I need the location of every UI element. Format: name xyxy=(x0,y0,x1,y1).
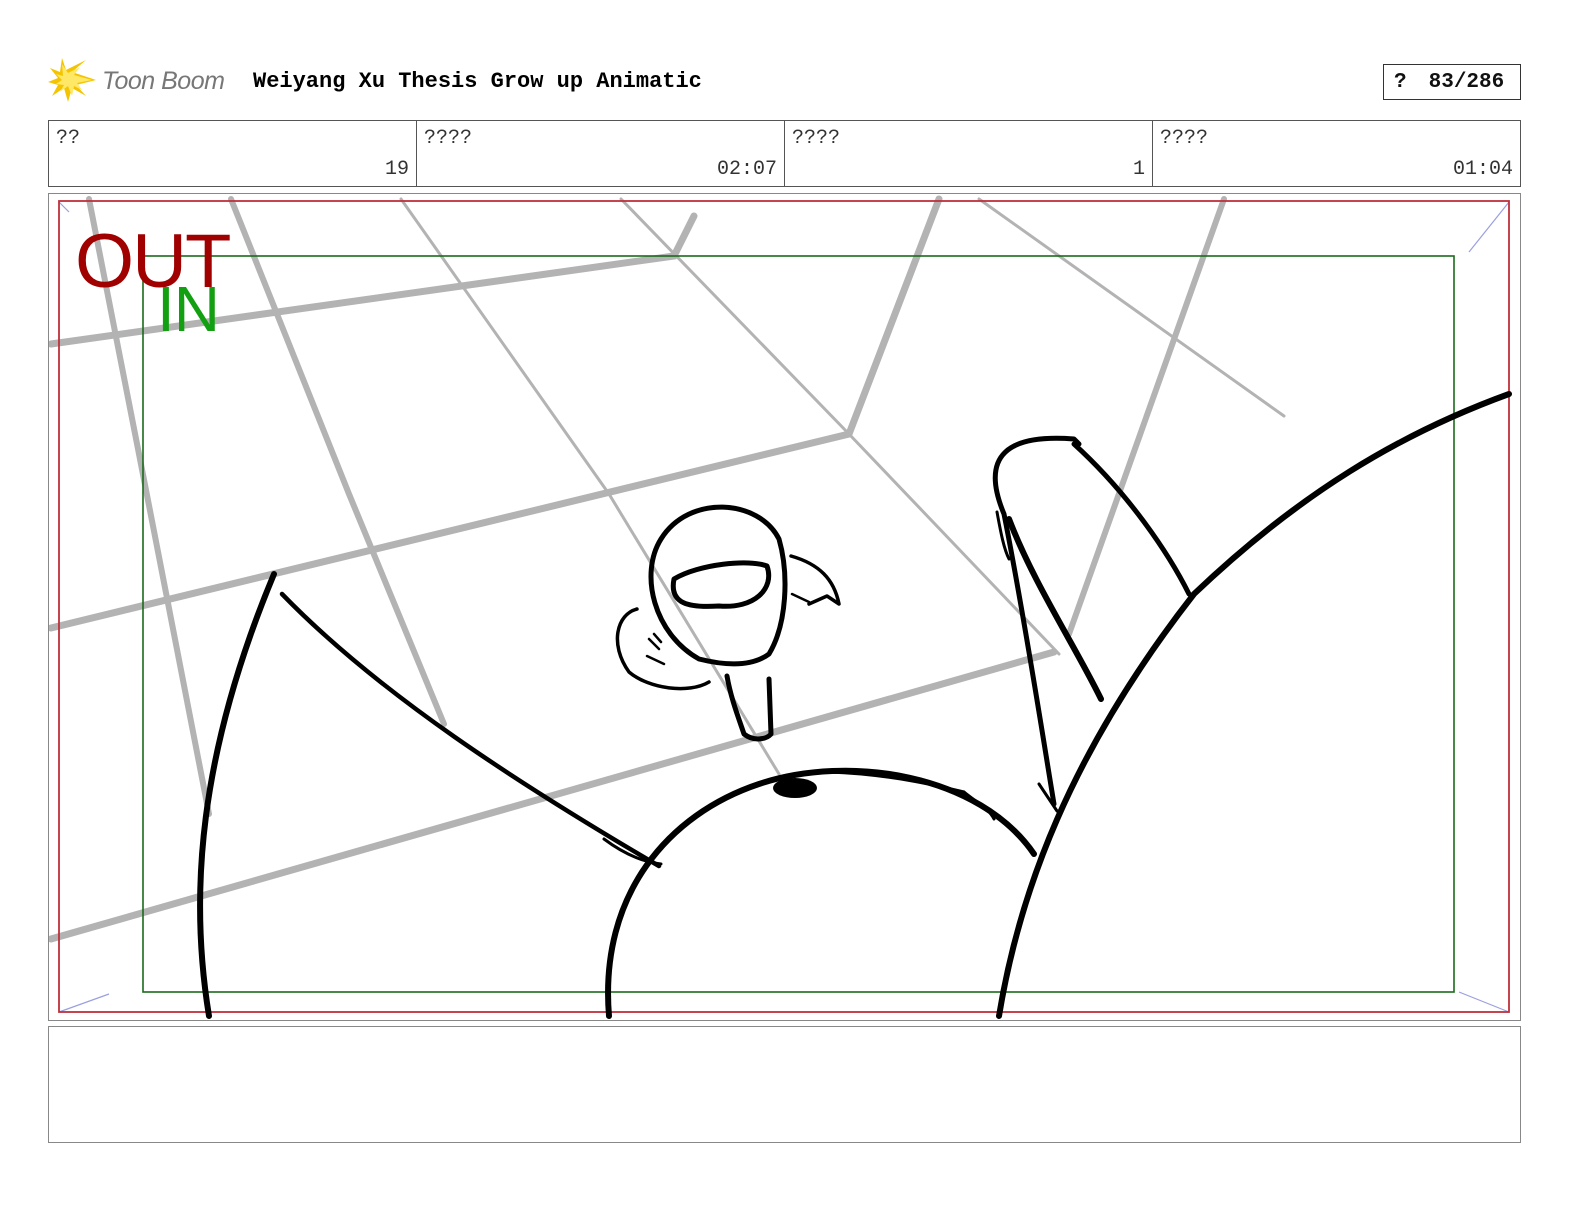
storyboard-title: Weiyang Xu Thesis Grow up Animatic xyxy=(253,69,702,94)
sketch-stroke xyxy=(790,592,811,604)
grid-line xyxy=(619,197,1061,656)
info-cell-value: 02:07 xyxy=(716,158,777,181)
info-cell-scene: ?? 19 xyxy=(49,121,417,186)
sketch-stroke xyxy=(197,571,277,1019)
info-cell-label: ???? xyxy=(424,127,473,150)
info-cell-value: 1 xyxy=(1132,158,1145,181)
navel xyxy=(773,778,817,798)
panel-notes-box[interactable] xyxy=(48,1026,1521,1143)
logo-text: Toon Boom xyxy=(102,66,225,95)
sketch-stroke xyxy=(670,560,772,609)
sketch-stroke xyxy=(645,632,666,666)
page-counter-box: ? 83/286 xyxy=(1383,64,1521,100)
toon-boom-logo: Toon Boom xyxy=(48,58,225,104)
page-marker: ? xyxy=(1394,70,1407,94)
grid-line xyxy=(977,197,1286,418)
info-cell-value: 01:04 xyxy=(1452,158,1513,181)
in-frame-label: IN xyxy=(157,273,220,345)
sketch-stroke xyxy=(996,391,1512,1019)
panel-info-table: ?? 19 ???? 02:07 ???? 1 ???? 01:04 xyxy=(48,120,1521,187)
storyboard-panel-image: OUT IN xyxy=(48,193,1521,1021)
info-cell-label: ???? xyxy=(1160,127,1209,150)
in-frame xyxy=(142,255,1455,993)
info-cell-panel-duration: ???? 01:04 xyxy=(1153,121,1520,186)
page-counter: 83/286 xyxy=(1428,70,1505,94)
panel-sketch xyxy=(49,195,1512,1019)
info-cell-duration: ???? 02:07 xyxy=(417,121,785,186)
sketch-stroke xyxy=(724,673,774,742)
starburst-icon xyxy=(48,58,96,102)
info-cell-panel: ???? 1 xyxy=(785,121,1153,186)
storyboard-header: Toon Boom Weiyang Xu Thesis Grow up Anim… xyxy=(48,58,1521,104)
info-cell-label: ???? xyxy=(792,127,841,150)
info-cell-value: 19 xyxy=(384,158,409,181)
sketch-stroke xyxy=(605,767,1037,1019)
grid-line xyxy=(1066,196,1227,637)
sketch-stroke xyxy=(279,591,662,869)
sketch-stroke xyxy=(992,435,1082,807)
info-cell-label: ?? xyxy=(56,127,81,150)
